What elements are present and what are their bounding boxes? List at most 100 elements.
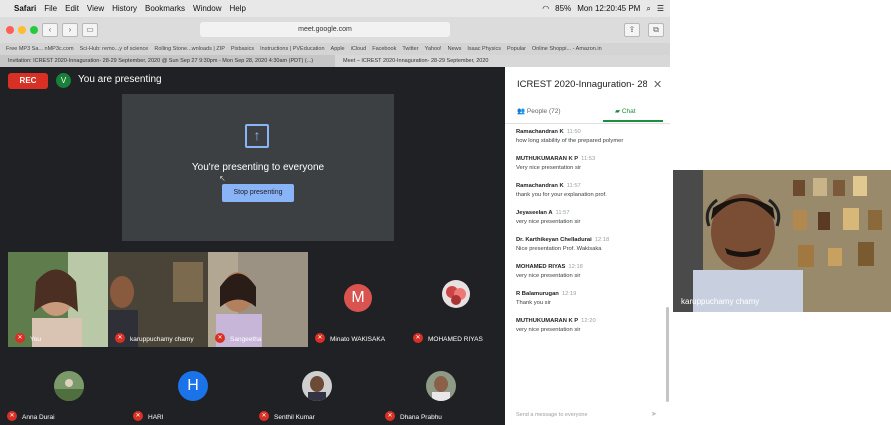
chat-message: MOHAMED RIYAS 12:18 very nice presentatio… [516, 264, 661, 279]
mic-off-icon: ✕ [133, 411, 143, 421]
menu-window[interactable]: Window [193, 4, 221, 13]
participant-name: Senthil Kumar [274, 414, 315, 421]
mic-off-icon: ✕ [259, 411, 269, 421]
sidebar-icon[interactable]: ▭ [82, 23, 98, 37]
participant-name: Dhana Prabhu [400, 414, 442, 421]
message-text: very nice presentation sir [516, 219, 581, 225]
participant-tile-karuppuchamy[interactable]: ✕ karuppuchamy chamy [108, 252, 208, 347]
message-text: very nice presentation sir [516, 273, 581, 279]
favorite-item[interactable]: News [448, 46, 462, 52]
message-text: Very nice presentation sir [516, 165, 582, 171]
tab-bar: Invitation: ICREST 2020-Innaguration- 28… [0, 55, 670, 67]
zoom-window-button[interactable] [30, 26, 38, 34]
meeting-title: ICREST 2020-Innaguration- 28-2... [517, 79, 647, 90]
participant-tile-senthil[interactable]: ✕ Senthil Kumar [252, 355, 378, 425]
favorite-item[interactable]: Online Shoppi... - Amazon.in [532, 46, 602, 52]
favorite-item[interactable]: Yahoo! [425, 46, 442, 52]
share-icon[interactable]: ⇪ [624, 23, 640, 37]
participant-tile-minato[interactable]: M ✕ Minato WAKISAKA [308, 252, 406, 347]
tab-meet[interactable]: Meet – ICREST 2020-Innaguration- 28-29 S… [335, 55, 670, 67]
back-button[interactable]: ‹ [42, 23, 58, 37]
menu-bookmarks[interactable]: Bookmarks [145, 4, 185, 13]
message-time: 11:53 [581, 156, 596, 162]
favorite-item[interactable]: Sci-Hub: remo...y of science [80, 46, 149, 52]
favorite-item[interactable]: Instructions | PVEducation [260, 46, 324, 52]
participant-name: Anna Durai [22, 414, 55, 421]
message-sender: Ramachandran K [516, 129, 564, 135]
message-text: Thank you sir [516, 300, 551, 306]
tab-people[interactable]: 👥 People (72) [517, 107, 561, 115]
mic-off-icon: ✕ [7, 411, 17, 421]
menu-icon[interactable]: ☰ [657, 4, 664, 13]
minimize-window-button[interactable] [18, 26, 26, 34]
chat-message: Dr. Karthikeyan Chelladurai 12:18 Nice pr… [516, 237, 661, 252]
chat-messages: Ramachandran K 11:50 how long stability o… [516, 129, 661, 345]
mac-menubar: Safari File Edit View History Bookmarks … [0, 0, 670, 17]
message-time: 11:57 [555, 210, 570, 216]
favorite-item[interactable]: Free MP3 Sa... nMP3c.com [6, 46, 74, 52]
favorite-item[interactable]: Facebook [372, 46, 396, 52]
favorite-item[interactable]: Rolling Stone...wnloads | ZIP [154, 46, 225, 52]
avatar [442, 280, 470, 308]
tabs-icon[interactable]: ⧉ [648, 23, 664, 37]
favorite-item[interactable]: iCloud [351, 46, 367, 52]
menu-history[interactable]: History [112, 4, 137, 13]
mic-off-icon: ✕ [385, 411, 395, 421]
battery-level[interactable]: 85% [555, 4, 571, 13]
menu-edit[interactable]: Edit [65, 4, 79, 13]
speaker-video-feed [673, 170, 891, 312]
message-sender: R Balamurugan [516, 291, 559, 297]
favorite-item[interactable]: Popular [507, 46, 526, 52]
wifi-icon[interactable]: ◠ [542, 4, 549, 13]
chat-panel: ICREST 2020-Innaguration- 28-2... ✕ 👥 Pe… [505, 67, 670, 425]
menu-file[interactable]: File [44, 4, 57, 13]
participant-tile-sangeetha[interactable]: ✕ Sangeetha [208, 252, 308, 347]
chat-scrollbar[interactable] [666, 307, 669, 402]
present-screen-icon: ↑ [245, 124, 269, 148]
participant-tile-hari[interactable]: H ✕ HARI [126, 355, 252, 425]
chat-message: Ramachandran K 11:50 how long stability o… [516, 129, 661, 144]
mic-off-icon: ✕ [15, 333, 25, 343]
address-bar[interactable]: meet.google.com [200, 22, 450, 37]
participant-tile-dhana[interactable]: ✕ Dhana Prabhu [378, 355, 505, 425]
forward-button[interactable]: › [62, 23, 78, 37]
menu-app[interactable]: Safari [14, 4, 36, 13]
avatar: M [344, 284, 372, 312]
speaker-name: karuppuchamy chamy [681, 297, 760, 306]
chat-message: Ramachandran K 11:57 thank you for your e… [516, 183, 661, 198]
favorite-item[interactable]: Twitter [402, 46, 418, 52]
participant-tile-mohamed[interactable]: ✕ MOHAMED RIYAS [406, 252, 505, 347]
favorite-item[interactable]: Isaac Physics [467, 46, 501, 52]
participant-name: Sangeetha [230, 336, 262, 343]
stop-presenting-button[interactable]: Stop presenting [222, 184, 294, 202]
chat-input[interactable]: Send a message to everyone [516, 412, 588, 418]
close-icon[interactable]: ✕ [653, 78, 662, 91]
message-text: very nice presentation sir [516, 327, 581, 333]
tab-chat-label: Chat [621, 108, 636, 115]
participant-name: Minato WAKISAKA [330, 336, 386, 343]
search-icon[interactable]: ⌕ [646, 4, 650, 14]
message-time: 12:18 [594, 237, 610, 243]
participant-tile-anna[interactable]: ✕ Anna Durai [0, 355, 126, 425]
presentation-panel: ↑ ↖ You're presenting to everyone Stop p… [122, 94, 394, 241]
favorite-item[interactable]: Apple [331, 46, 345, 52]
message-time: 12:20 [581, 318, 596, 324]
participant-video [108, 252, 208, 347]
message-time: 11:50 [566, 129, 581, 135]
clock[interactable]: Mon 12:20:45 PM [577, 4, 640, 13]
message-sender: MUTHUKUMARAN K P [516, 156, 579, 162]
menu-view[interactable]: View [87, 4, 104, 13]
participant-name: MOHAMED RIYAS [428, 336, 483, 343]
menu-help[interactable]: Help [229, 4, 245, 13]
presenting-label: You are presenting [78, 74, 162, 85]
avatar [302, 371, 332, 401]
message-sender: MOHAMED RIYAS [516, 264, 566, 270]
favorite-item[interactable]: Pixbasics [231, 46, 254, 52]
close-window-button[interactable] [6, 26, 14, 34]
tab-invitation[interactable]: Invitation: ICREST 2020-Innaguration- 28… [0, 58, 335, 64]
tab-chat[interactable]: ▰ Chat [615, 107, 636, 115]
participant-name: HARI [148, 414, 164, 421]
send-icon[interactable]: ➤ [651, 410, 657, 418]
chat-message: R Balamurugan 12:19 Thank you sir [516, 291, 661, 306]
participant-tile-you[interactable]: ✕ You [8, 252, 108, 347]
